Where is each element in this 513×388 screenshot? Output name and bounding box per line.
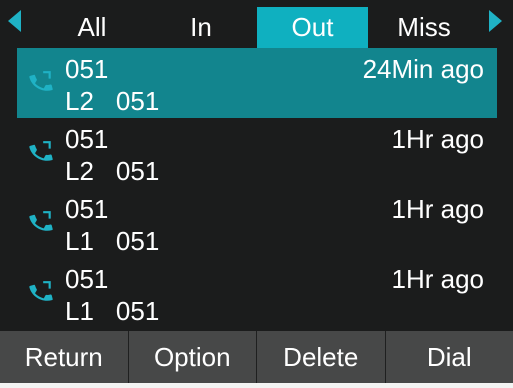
call-history-screen: All In Out Miss 051 24Min ago L2 051 051 … <box>0 0 513 388</box>
outgoing-call-icon <box>29 71 53 91</box>
call-line: L1 <box>65 226 94 256</box>
call-line: L2 <box>65 86 94 116</box>
return-button[interactable]: Return <box>0 331 129 383</box>
call-line-info: L1 051 <box>65 295 159 327</box>
tab-all[interactable]: All <box>32 7 152 48</box>
call-number: 051 <box>65 54 109 84</box>
tab-miss[interactable]: Miss <box>368 7 480 48</box>
call-line-info: L2 051 <box>65 155 159 187</box>
option-button[interactable]: Option <box>129 331 257 383</box>
call-detail: 051 <box>115 226 160 256</box>
call-time: 1Hr ago <box>391 124 485 154</box>
call-line: L1 <box>65 296 94 326</box>
outgoing-call-icon <box>29 141 53 161</box>
call-list: 051 24Min ago L2 051 051 1Hr ago L2 051 05… <box>0 48 513 330</box>
call-line-info: L1 051 <box>65 225 159 257</box>
delete-button[interactable]: Delete <box>257 331 386 383</box>
call-number: 051 <box>65 264 109 294</box>
call-time: 24Min ago <box>362 54 484 84</box>
call-detail: 051 <box>115 156 160 186</box>
dial-button[interactable]: Dial <box>386 331 513 383</box>
right-arrow-icon[interactable] <box>489 10 502 32</box>
call-list-item[interactable]: 051 1Hr ago L2 051 <box>17 118 497 188</box>
call-line-info: L2 051 <box>65 85 159 117</box>
screen-bottom-edge <box>0 383 513 388</box>
call-list-item[interactable]: 051 1Hr ago L1 051 <box>17 258 497 328</box>
softkey-bar: Return Option Delete Dial <box>0 331 513 383</box>
call-line: L2 <box>65 156 94 186</box>
call-time: 1Hr ago <box>391 264 485 294</box>
call-time: 1Hr ago <box>391 194 485 224</box>
tab-bar: All In Out Miss <box>0 0 513 48</box>
tab-out[interactable]: Out <box>257 7 368 48</box>
tab-in[interactable]: In <box>142 7 260 48</box>
call-detail: 051 <box>115 86 160 116</box>
left-arrow-icon[interactable] <box>8 10 21 32</box>
call-list-item[interactable]: 051 24Min ago L2 051 <box>17 48 497 118</box>
call-number: 051 <box>65 124 109 154</box>
call-list-item[interactable]: 051 1Hr ago L1 051 <box>17 188 497 258</box>
outgoing-call-icon <box>29 211 53 231</box>
outgoing-call-icon <box>29 281 53 301</box>
call-detail: 051 <box>115 296 160 326</box>
call-number: 051 <box>65 194 109 224</box>
